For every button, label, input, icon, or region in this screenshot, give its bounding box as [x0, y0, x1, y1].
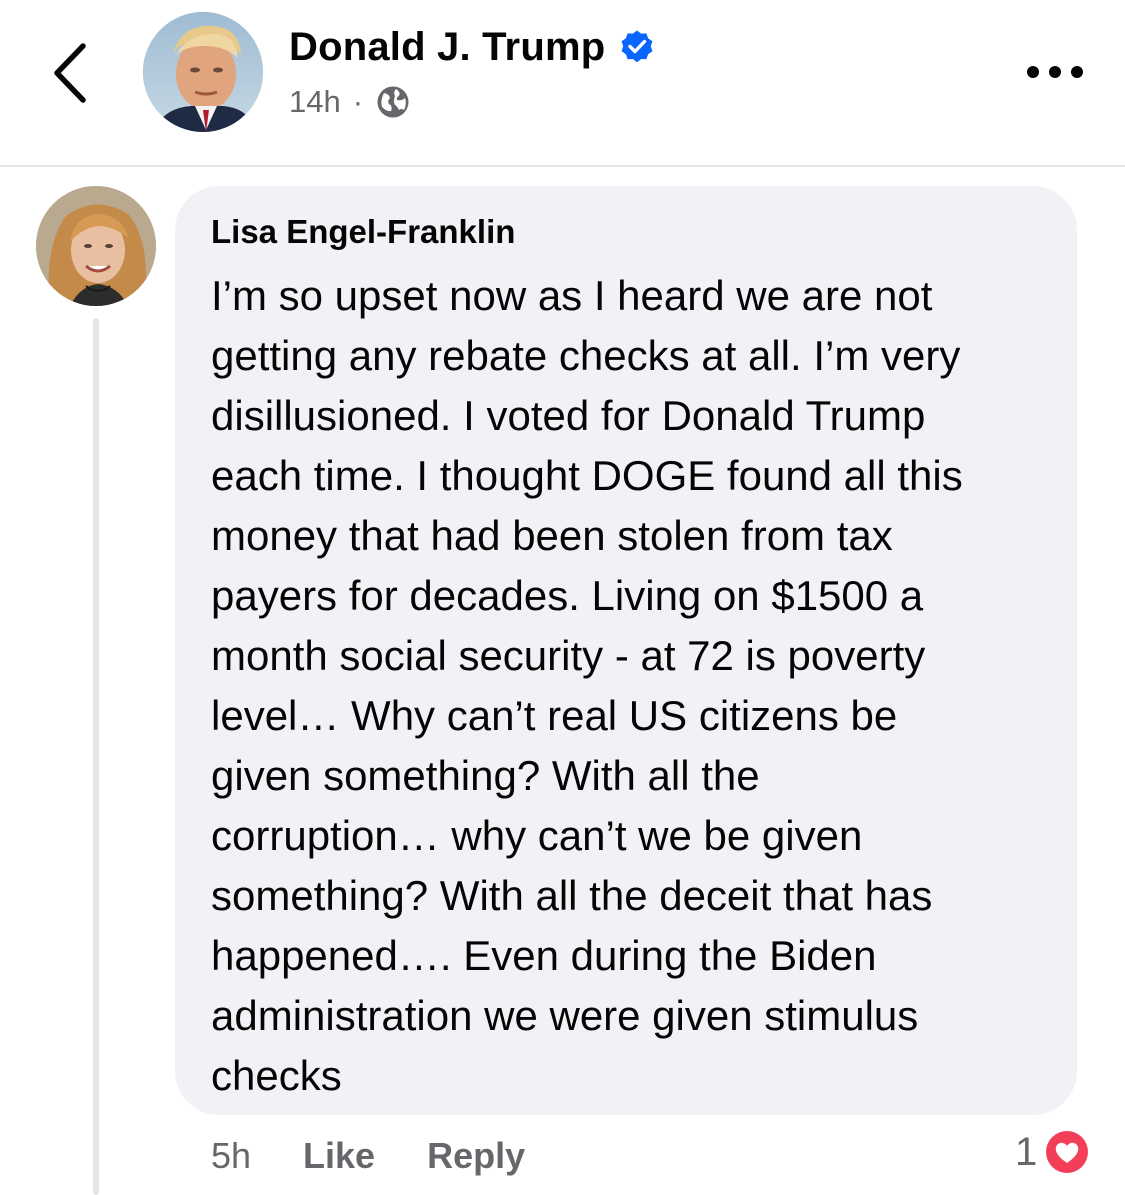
comment-actions: 5h Like Reply — [211, 1128, 525, 1184]
author-name-row: Donald J. Trump — [289, 22, 655, 72]
post-header: Donald J. Trump 14h · — [0, 0, 1125, 165]
verified-badge-icon — [621, 30, 653, 63]
comment-time[interactable]: 5h — [211, 1135, 251, 1177]
more-options-button[interactable] — [1020, 55, 1090, 89]
reply-button[interactable]: Reply — [427, 1135, 525, 1177]
globe-icon — [377, 86, 409, 118]
reply-thread-line — [93, 318, 99, 1195]
more-horizontal-icon — [1027, 66, 1083, 78]
chevron-left-icon — [54, 43, 86, 103]
love-reaction-icon — [1043, 1128, 1092, 1176]
comment-bubble: Lisa Engel-Franklin I’m so upset now as … — [175, 186, 1077, 1115]
header-divider — [0, 165, 1125, 167]
post-timestamp[interactable]: 14h — [289, 84, 341, 120]
reaction-count: 1 — [1015, 1129, 1038, 1174]
back-button[interactable] — [40, 38, 100, 108]
author-avatar-image — [143, 12, 263, 132]
post-meta: 14h · — [289, 80, 411, 124]
commenter-avatar-image — [36, 186, 156, 306]
meta-separator: · — [352, 84, 364, 119]
commenter-avatar[interactable] — [36, 186, 156, 306]
comment-text: I’m so upset now as I heard we are not g… — [211, 272, 963, 1099]
comment-reactions[interactable]: 1 — [1015, 1124, 1093, 1180]
commenter-name[interactable]: Lisa Engel-Franklin — [211, 210, 1047, 254]
like-button[interactable]: Like — [303, 1135, 375, 1177]
author-avatar[interactable] — [143, 12, 263, 132]
post-comment-view: Donald J. Trump 14h · Lisa Engel-Frankli… — [0, 0, 1125, 1195]
author-name[interactable]: Donald J. Trump — [289, 25, 605, 70]
